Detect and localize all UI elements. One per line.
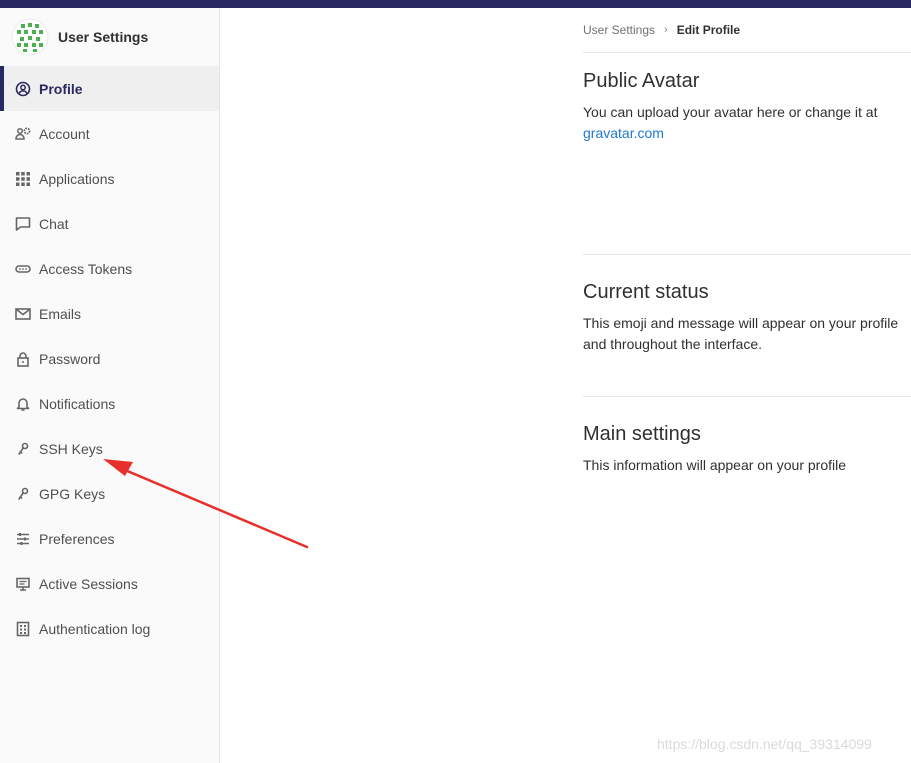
section-description: This information will appear on your pro… [583, 457, 847, 473]
token-icon [15, 261, 31, 277]
current-status-section: Current status This emoji and message wi… [583, 255, 911, 397]
section-description: This emoji and message will appear on yo… [583, 315, 899, 352]
sidebar-item-profile[interactable]: Profile [0, 66, 219, 111]
public-avatar-section: Public Avatar You can upload your avatar… [583, 53, 911, 255]
breadcrumb-current: Edit Profile [676, 23, 741, 37]
chat-icon [15, 216, 31, 232]
sidebar-nav: Profile Account Applications Chat Access… [0, 66, 219, 651]
sidebar-item-label: Password [39, 350, 101, 367]
sidebar-item-label: Profile [39, 80, 83, 97]
sidebar-item-applications[interactable]: Applications [0, 156, 219, 201]
breadcrumb-parent-link[interactable]: User Settings [583, 23, 655, 37]
section-title: Public Avatar [583, 70, 700, 92]
sidebar-item-chat[interactable]: Chat [0, 201, 219, 246]
sidebar-item-label: Account [39, 125, 90, 142]
sidebar-title: User Settings [58, 29, 149, 45]
email-icon [15, 306, 31, 322]
sidebar-item-emails[interactable]: Emails [0, 291, 219, 336]
sidebar-item-access-tokens[interactable]: Access Tokens [0, 246, 219, 291]
gravatar-link[interactable]: gravatar.com [583, 125, 664, 141]
sidebar-item-label: Authentication log [39, 620, 151, 637]
avatar-help-text: You can upload your avatar here or chang… [583, 104, 878, 120]
sidebar: User Settings Profile Account Applicatio… [0, 8, 220, 763]
annotation-arrow [103, 459, 309, 549]
sidebar-item-notifications[interactable]: Notifications [0, 381, 219, 426]
sidebar-item-active-sessions[interactable]: Active Sessions [0, 561, 219, 606]
sidebar-item-label: Access Tokens [39, 260, 133, 277]
account-icon [15, 126, 31, 142]
profile-icon [15, 81, 31, 97]
sidebar-item-label: SSH Keys [39, 440, 103, 457]
chevron-right-icon: › [664, 24, 668, 36]
breadcrumb: User Settings › Edit Profile [583, 8, 911, 53]
key-icon [15, 441, 31, 457]
watermark: https://blog.csdn.net/qq_39314099 [657, 736, 872, 752]
sidebar-item-label: Notifications [39, 395, 116, 412]
sliders-icon [15, 531, 31, 547]
lock-icon [15, 351, 31, 367]
sidebar-item-password[interactable]: Password [0, 336, 219, 381]
main-settings-section: Main settings This information will appe… [583, 397, 911, 476]
monitor-icon [15, 576, 31, 592]
main-content: User Settings › Edit Profile Public Avat… [583, 8, 911, 476]
sidebar-item-account[interactable]: Account [0, 111, 219, 156]
sidebar-item-authentication-log[interactable]: Authentication log [0, 606, 219, 651]
top-navbar [0, 0, 911, 8]
sidebar-item-label: Active Sessions [39, 575, 138, 592]
bell-icon [15, 396, 31, 412]
sidebar-item-label: Applications [39, 170, 115, 187]
user-avatar[interactable] [11, 18, 49, 56]
applications-icon [15, 171, 31, 187]
key-icon [15, 486, 31, 502]
sidebar-item-label: Chat [39, 215, 69, 232]
section-title: Main settings [583, 423, 701, 445]
log-icon [15, 621, 31, 637]
sidebar-item-label: Emails [39, 305, 82, 322]
section-title: Current status [583, 281, 709, 303]
section-description: You can upload your avatar here or chang… [583, 102, 911, 144]
sidebar-header[interactable]: User Settings [0, 8, 219, 66]
